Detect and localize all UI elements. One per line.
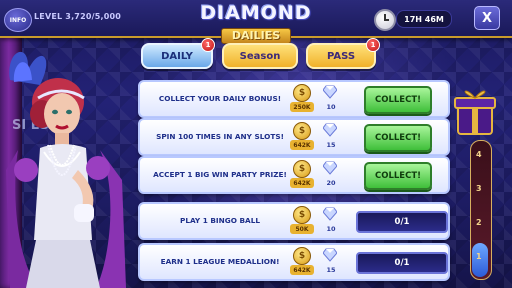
clock-icon [374,9,396,31]
coin-icon: $ [293,84,311,102]
quest-description: ACCEPT 1 BIG WIN PARTY PRIZE! [153,170,287,179]
top-bar: INFO LEVEL 3,720/5,000 DIAMOND DAILIES 1… [0,0,512,44]
countdown-timer: 17H 46M [396,10,452,28]
info-button[interactable]: INFO [4,8,32,32]
gem-amount: 10 [326,225,336,233]
quest-row: EARN 1 LEAGUE MEDALLION! $ 642K 15 0/1 [138,243,450,281]
coin-reward: $ 250K [290,84,314,114]
coin-icon: $ [293,206,311,224]
collect-button[interactable]: COLLECT! [364,124,432,152]
info-label: INFO [9,16,27,24]
gem-reward: 15 [320,247,342,277]
coin-reward: $ 642K [290,247,314,277]
logo-title: DIAMOND [200,2,312,24]
daily-notification-badge: 1 [201,38,215,52]
pass-notification-badge: 1 [366,38,380,52]
quest-description: COLLECT YOUR DAILY BONUS! [158,94,282,103]
coin-icon: $ [293,247,311,265]
gem-reward: 20 [320,160,342,190]
gift-icon[interactable] [452,86,498,136]
gem-amount: 10 [326,103,336,111]
coin-amount: 250K [290,102,314,112]
coin-amount: 642K [290,140,314,150]
milestone-4: 4 [476,150,482,159]
diamond-dailies-logo: DIAMOND DAILIES [180,0,332,44]
coin-amount: 642K [290,265,314,275]
gem-reward: 15 [320,122,342,152]
quest-row: PLAY 1 BINGO BALL $ 50K 10 0/1 [138,202,450,240]
gem-icon [323,85,337,99]
coin-icon: $ [293,122,311,140]
quest-description: SPIN 100 TIMES IN ANY SLOTS! [156,132,284,141]
gem-amount: 20 [326,179,336,187]
coin-reward: $ 50K [290,206,314,236]
gem-icon [323,123,337,137]
gem-reward: 10 [320,206,342,236]
coin-amount: 50K [290,224,314,234]
gem-icon [323,248,337,262]
collect-button[interactable]: COLLECT! [364,86,432,114]
logo-subtitle: DAILIES [220,28,292,44]
gem-icon [323,207,337,221]
quest-row: COLLECT YOUR DAILY BONUS! $ 250K 10 COLL… [138,80,450,118]
coin-amount: 642K [290,178,314,188]
tab-season[interactable]: Season [222,43,298,69]
coin-reward: $ 642K [290,160,314,190]
milestone-3: 3 [476,184,482,193]
gem-amount: 15 [326,266,336,274]
gem-amount: 15 [326,141,336,149]
player-progress-text: LEVEL 3,720/5,000 [34,12,122,21]
quest-row: SPIN 100 TIMES IN ANY SLOTS! $ 642K 15 C… [138,118,450,156]
quest-progress: 0/1 [356,211,448,233]
coin-icon: $ [293,160,311,178]
milestone-2: 2 [476,218,482,227]
gem-reward: 10 [320,84,342,114]
quest-description: EARN 1 LEAGUE MEDALLION! [160,257,280,266]
gem-icon [323,161,337,175]
coin-reward: $ 642K [290,122,314,152]
milestone-1: 1 [476,252,482,261]
quest-description: PLAY 1 BINGO BALL [179,216,260,225]
quest-row: ACCEPT 1 BIG WIN PARTY PRIZE! $ 642K 20 … [138,156,450,194]
hostess-character [6,51,126,288]
collect-button[interactable]: COLLECT! [364,162,432,190]
diamond-dailies-screen: SI ES AT INFO [0,0,512,288]
quest-progress: 0/1 [356,252,448,274]
close-button[interactable]: X [474,6,500,30]
